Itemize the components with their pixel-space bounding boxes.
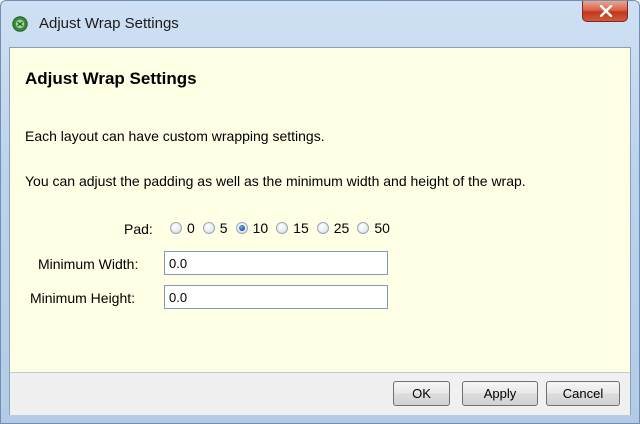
close-button[interactable] <box>582 1 628 22</box>
min-height-label: Minimum Height: <box>30 290 136 306</box>
pad-label: Pad: <box>124 221 153 237</box>
pad-radio-group: 0 5 10 15 25 50 <box>170 220 398 236</box>
dialog-heading: Adjust Wrap Settings <box>25 69 197 88</box>
dialog-content: Adjust Wrap Settings Each layout can hav… <box>9 47 631 415</box>
description-text: Each layout can have custom wrapping set… <box>25 128 325 144</box>
radio-label: 15 <box>293 220 309 236</box>
window-title: Adjust Wrap Settings <box>39 15 179 32</box>
ok-button[interactable]: OK <box>393 381 450 406</box>
min-height-input[interactable] <box>164 285 388 309</box>
button-bar: OK Apply Cancel <box>10 372 630 415</box>
cancel-button[interactable]: Cancel <box>546 381 620 406</box>
pad-option-50[interactable]: 50 <box>357 220 390 236</box>
radio-label: 50 <box>374 220 390 236</box>
pad-option-25[interactable]: 25 <box>316 220 350 236</box>
min-width-label: Minimum Width: <box>38 256 139 272</box>
radio-button[interactable] <box>170 222 182 234</box>
close-icon <box>599 5 613 17</box>
app-icon <box>12 16 28 32</box>
title-bar[interactable]: Adjust Wrap Settings <box>1 1 639 47</box>
min-width-input[interactable] <box>164 251 388 275</box>
radio-button-selected[interactable] <box>235 222 248 234</box>
radio-label: 5 <box>219 220 228 236</box>
apply-button[interactable]: Apply <box>462 381 538 406</box>
radio-label: 0 <box>187 220 195 236</box>
pad-option-5[interactable]: 5 <box>202 220 228 236</box>
pad-option-10[interactable]: 10 <box>235 220 269 236</box>
description-text: You can adjust the padding as well as th… <box>25 173 526 189</box>
pad-option-15[interactable]: 15 <box>276 220 309 236</box>
dialog-window: Adjust Wrap Settings Adjust Wrap Setting… <box>0 0 640 424</box>
radio-button[interactable] <box>357 222 370 234</box>
radio-button[interactable] <box>316 222 329 234</box>
radio-label: 10 <box>252 220 269 236</box>
radio-button[interactable] <box>202 222 215 234</box>
radio-label: 25 <box>333 220 350 236</box>
radio-button[interactable] <box>276 222 289 234</box>
pad-option-0[interactable]: 0 <box>170 220 195 236</box>
